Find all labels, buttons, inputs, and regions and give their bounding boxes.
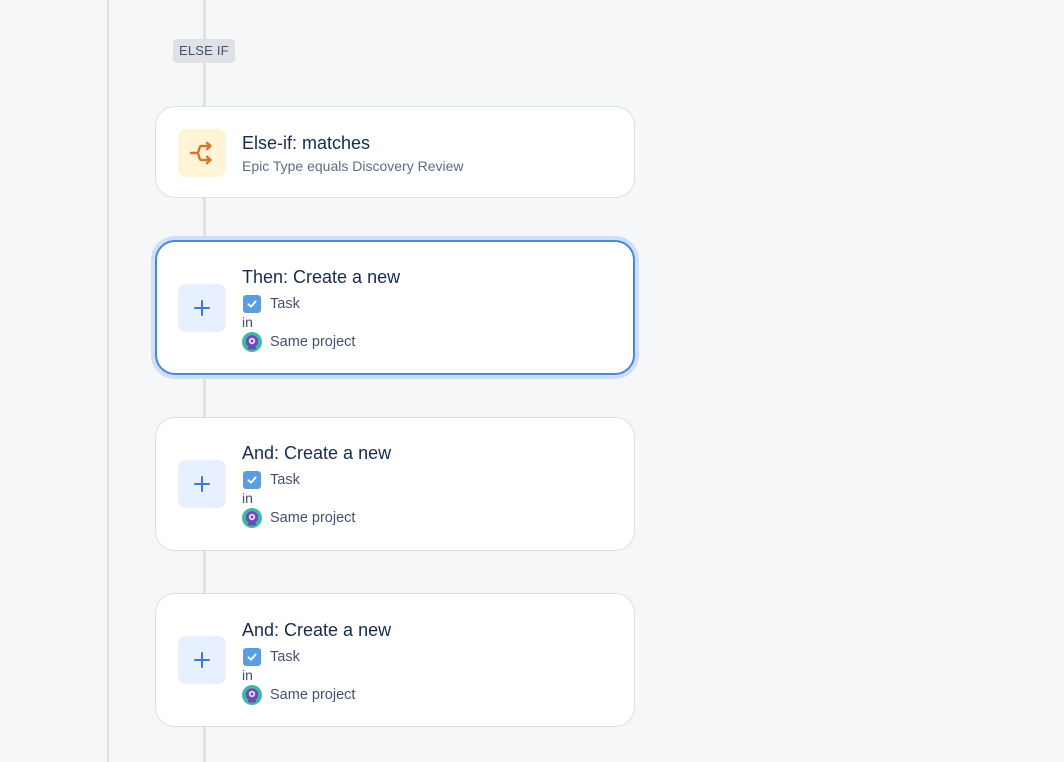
issue-type-label: Task (270, 648, 300, 665)
action-title: Then: Create a new (242, 267, 401, 287)
issue-type-row: Task (242, 470, 618, 489)
issue-type-label: Task (270, 295, 300, 312)
project-row: Same project (242, 331, 617, 352)
issue-type-row: Task (242, 294, 617, 313)
project-avatar-icon (242, 684, 262, 705)
project-label: Same project (270, 333, 356, 350)
plus-icon (178, 636, 226, 684)
action-card-and-2[interactable]: And: Create a new Task in Same project (155, 593, 635, 727)
issue-type-row: Task (242, 647, 618, 666)
rule-canvas: ELSE IF Else-if: matches Epic Type equal… (0, 0, 1064, 762)
in-label: in (242, 667, 253, 683)
in-label: in (242, 314, 253, 330)
task-checkbox-icon (243, 647, 261, 666)
branch-icon (178, 129, 226, 177)
project-row: Same project (242, 684, 618, 705)
action-title: And: Create a new (242, 443, 392, 463)
task-checkbox-icon (243, 470, 261, 489)
left-rail (107, 0, 109, 762)
else-if-label: ELSE IF (173, 39, 235, 63)
plus-icon (178, 460, 226, 508)
action-card-then[interactable]: Then: Create a new Task in Same project (155, 240, 635, 375)
in-label: in (242, 490, 253, 506)
project-label: Same project (270, 686, 356, 703)
issue-type-label: Task (270, 471, 300, 488)
project-avatar-icon (242, 507, 262, 528)
plus-icon (178, 284, 226, 332)
action-card-and-1[interactable]: And: Create a new Task in Same project (155, 417, 635, 551)
project-avatar-icon (242, 331, 262, 352)
else-if-condition-card[interactable]: Else-if: matches Epic Type equals Discov… (155, 106, 635, 198)
action-title: And: Create a new (242, 620, 392, 640)
task-checkbox-icon (243, 294, 261, 313)
condition-subtitle: Epic Type equals Discovery Review (242, 158, 464, 174)
condition-title: Else-if: matches (242, 133, 371, 153)
project-row: Same project (242, 507, 618, 528)
project-label: Same project (270, 509, 356, 526)
